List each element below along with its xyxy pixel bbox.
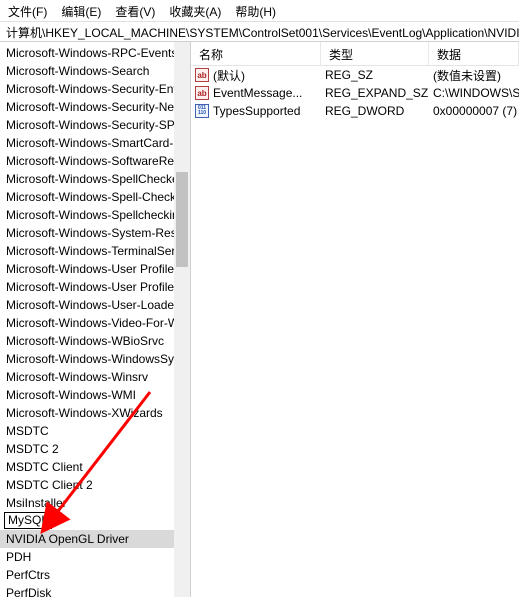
- reg-string-icon: ab: [195, 86, 209, 100]
- tree-pane: Microsoft-Windows-RPC-EventsMicrosoft-Wi…: [0, 42, 191, 597]
- menu-bar: 文件(F) 编辑(E) 查看(V) 收藏夹(A) 帮助(H): [0, 0, 519, 22]
- value-name-cell: 011 110 TypesSupported: [191, 104, 321, 118]
- tree-item[interactable]: PerfDisk: [0, 584, 190, 597]
- value-type: REG_SZ: [321, 68, 429, 82]
- tree-item[interactable]: Microsoft-Windows-System-Resto: [0, 224, 190, 242]
- reg-string-icon: ab: [195, 68, 209, 82]
- value-type: REG_EXPAND_SZ: [321, 86, 429, 100]
- value-name: TypesSupported: [213, 104, 300, 118]
- tree-item[interactable]: Microsoft-Windows-Security-Ente: [0, 80, 190, 98]
- values-list: ab (默认) REG_SZ(数值未设置) ab EventMessage... REG_…: [191, 66, 519, 120]
- tree-item[interactable]: Microsoft-Windows-Video-For-W: [0, 314, 190, 332]
- tree-item[interactable]: NVIDIA OpenGL Driver: [0, 530, 190, 548]
- tree-item[interactable]: Microsoft-Windows-XWizards: [0, 404, 190, 422]
- tree-item[interactable]: MSDTC Client: [0, 458, 190, 476]
- tree-item[interactable]: Microsoft-Windows-Spellchecking: [0, 206, 190, 224]
- tree-item[interactable]: Microsoft-Windows-RPC-Events: [0, 44, 190, 62]
- value-row[interactable]: ab EventMessage... REG_EXPAND_SZC:\WINDOWS…: [191, 84, 519, 102]
- menu-favorites[interactable]: 收藏夹(A): [169, 3, 221, 18]
- tree-item[interactable]: MSDTC Client 2: [0, 476, 190, 494]
- tree-item[interactable]: Microsoft-Windows-TerminalServ: [0, 242, 190, 260]
- tree-item[interactable]: Microsoft-Windows-SpellChecker: [0, 170, 190, 188]
- tree-item[interactable]: Microsoft-Windows-User Profiles: [0, 278, 190, 296]
- tree-scrollbar[interactable]: [174, 42, 190, 597]
- tree-item[interactable]: MSDTC: [0, 422, 190, 440]
- tree-item[interactable]: Microsoft-Windows-User Profiles: [0, 260, 190, 278]
- value-row[interactable]: 011 110 TypesSupported REG_DWORD0x00000007…: [191, 102, 519, 120]
- tree-item[interactable]: PerfCtrs: [0, 566, 190, 584]
- value-data: 0x00000007 (7): [429, 104, 519, 118]
- column-header-type[interactable]: 类型: [321, 42, 429, 65]
- column-header-name[interactable]: 名称: [191, 42, 321, 65]
- tree-item[interactable]: Microsoft-Windows-Security-SPP: [0, 116, 190, 134]
- tree-scrollbar-thumb[interactable]: [176, 172, 188, 267]
- tree-item[interactable]: Microsoft-Windows-User-Loader: [0, 296, 190, 314]
- tree-item[interactable]: PDH: [0, 548, 190, 566]
- tree-item[interactable]: Microsoft-Windows-SmartCard-D: [0, 134, 190, 152]
- menu-view[interactable]: 查看(V): [115, 3, 155, 18]
- values-header: 名称 类型 数据: [191, 42, 519, 66]
- tree-item[interactable]: Microsoft-Windows-Winsrv: [0, 368, 190, 386]
- values-pane: 名称 类型 数据 ab (默认) REG_SZ(数值未设置) ab EventMessa…: [191, 42, 519, 597]
- value-row[interactable]: ab (默认) REG_SZ(数值未设置): [191, 66, 519, 84]
- value-type: REG_DWORD: [321, 104, 429, 118]
- tree-item[interactable]: MSDTC 2: [0, 440, 190, 458]
- tree-item[interactable]: Microsoft-Windows-Search: [0, 62, 190, 80]
- tree-item[interactable]: MySQL: [4, 512, 52, 529]
- address-bar[interactable]: 计算机\HKEY_LOCAL_MACHINE\SYSTEM\ControlSet…: [0, 22, 519, 42]
- reg-binary-icon: 011 110: [195, 104, 209, 118]
- content-area: Microsoft-Windows-RPC-EventsMicrosoft-Wi…: [0, 42, 519, 597]
- menu-help[interactable]: 帮助(H): [235, 3, 276, 18]
- tree-item[interactable]: Microsoft-Windows-SoftwareRest: [0, 152, 190, 170]
- value-name-cell: ab EventMessage...: [191, 86, 321, 100]
- value-name: EventMessage...: [213, 86, 302, 100]
- value-name-cell: ab (默认): [191, 67, 321, 84]
- value-data: (数值未设置): [429, 67, 519, 84]
- value-name: (默认): [213, 67, 245, 84]
- tree-list: Microsoft-Windows-RPC-EventsMicrosoft-Wi…: [0, 42, 190, 597]
- tree-item[interactable]: MsiInstaller: [0, 494, 190, 512]
- value-data: C:\WINDOWS\Syste: [429, 86, 519, 100]
- tree-item[interactable]: Microsoft-Windows-WindowsSyst: [0, 350, 190, 368]
- tree-item[interactable]: Microsoft-Windows-Security-Netl: [0, 98, 190, 116]
- column-header-data[interactable]: 数据: [429, 42, 519, 65]
- tree-item[interactable]: Microsoft-Windows-WBioSrvc: [0, 332, 190, 350]
- menu-file[interactable]: 文件(F): [8, 3, 47, 18]
- menu-edit[interactable]: 编辑(E): [61, 3, 101, 18]
- tree-item[interactable]: Microsoft-Windows-Spell-Checki: [0, 188, 190, 206]
- tree-item[interactable]: Microsoft-Windows-WMI: [0, 386, 190, 404]
